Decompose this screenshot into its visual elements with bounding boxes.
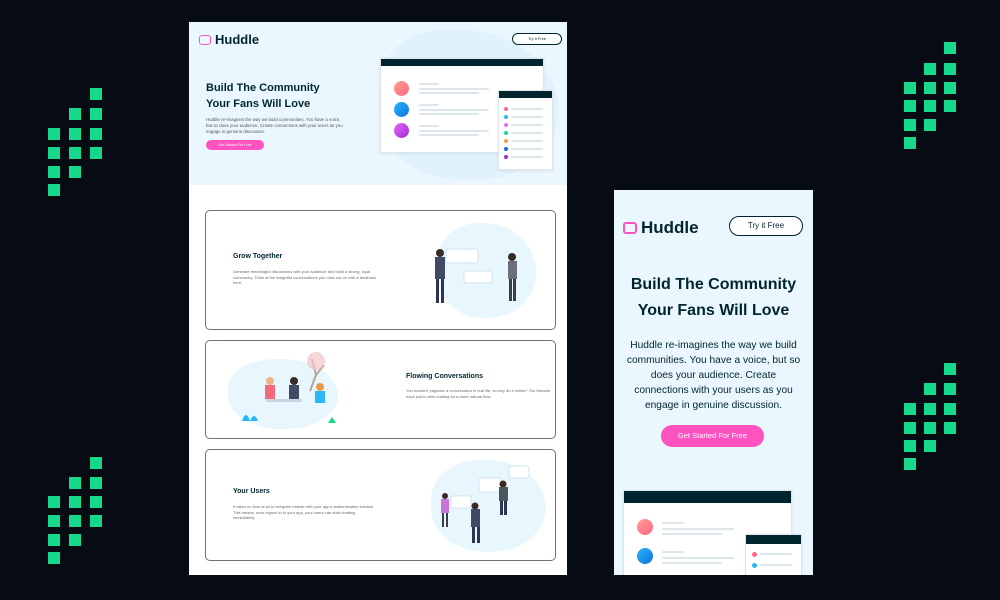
feature-title: Your Users bbox=[233, 488, 270, 495]
avatar-icon bbox=[394, 102, 409, 117]
chat-bubble-icon bbox=[623, 222, 637, 234]
avatar-icon bbox=[637, 548, 653, 564]
mobile-hero-title: Build The Community Your Fans Will Love bbox=[614, 272, 813, 324]
desktop-hero-description: Huddle re-imagines the way we build comm… bbox=[206, 117, 343, 134]
app-mockup-titlebar bbox=[381, 59, 543, 66]
desktop-hero-title-line-1: Build The Community bbox=[206, 82, 320, 94]
mobile-app-mockup-chat bbox=[745, 534, 802, 575]
conversation-illustration bbox=[242, 352, 336, 423]
desktop-logo[interactable]: Huddle bbox=[199, 32, 259, 47]
feature-text: It takes no time at all to integrate Hud… bbox=[233, 504, 375, 520]
desktop-app-mockup-chat bbox=[498, 90, 553, 170]
feature-card-grow-together: Grow Together Generate meaningful discus… bbox=[205, 210, 556, 330]
mobile-hero-title-line-1: Build The Community bbox=[630, 276, 797, 293]
people-illustration bbox=[435, 248, 517, 303]
avatar-icon bbox=[394, 123, 409, 138]
mobile-logo[interactable]: Huddle bbox=[623, 218, 699, 238]
mobile-hero-title-line-2: Your Fans Will Love bbox=[637, 302, 790, 319]
chat-mockup-titlebar bbox=[746, 535, 801, 544]
mobile-brand-name: Huddle bbox=[641, 218, 699, 237]
desktop-brand-name: Huddle bbox=[215, 32, 260, 47]
mobile-preview: Huddle Try it Free Build The Community Y… bbox=[614, 190, 813, 575]
feature-card-flowing-conversations: Flowing Conversations You wouldn't pagin… bbox=[205, 340, 556, 439]
avatar-icon bbox=[394, 81, 409, 96]
feature-title: Grow Together bbox=[233, 253, 283, 260]
chat-bubble-icon bbox=[199, 34, 211, 45]
mobile-try-it-free-button[interactable]: Try it Free bbox=[729, 216, 803, 236]
desktop-hero-title: Build The Community Your Fans Will Love bbox=[206, 80, 356, 112]
feature-text: You wouldn't paginate a conversation in … bbox=[406, 388, 550, 399]
desktop-preview: Huddle Try it Free Build The Community Y… bbox=[189, 22, 567, 575]
feature-card-your-users: Your Users It takes no time at all to in… bbox=[205, 449, 556, 561]
feature-text: Generate meaningful discussions with you… bbox=[233, 269, 376, 285]
users-illustration bbox=[441, 465, 530, 543]
desktop-try-it-free-button[interactable]: Try it Free bbox=[512, 33, 562, 45]
avatar-icon bbox=[637, 519, 653, 535]
desktop-hero-title-line-2: Your Fans Will Love bbox=[206, 98, 311, 110]
mobile-hero-description: Huddle re-imagines the way we build comm… bbox=[626, 340, 801, 411]
mobile-get-started-button[interactable]: Get Started For Free bbox=[661, 425, 764, 447]
chat-mockup-titlebar bbox=[499, 91, 552, 98]
desktop-get-started-button[interactable]: Get Started For Free bbox=[206, 140, 264, 150]
app-mockup-titlebar bbox=[624, 491, 791, 503]
feature-title: Flowing Conversations bbox=[406, 373, 484, 380]
